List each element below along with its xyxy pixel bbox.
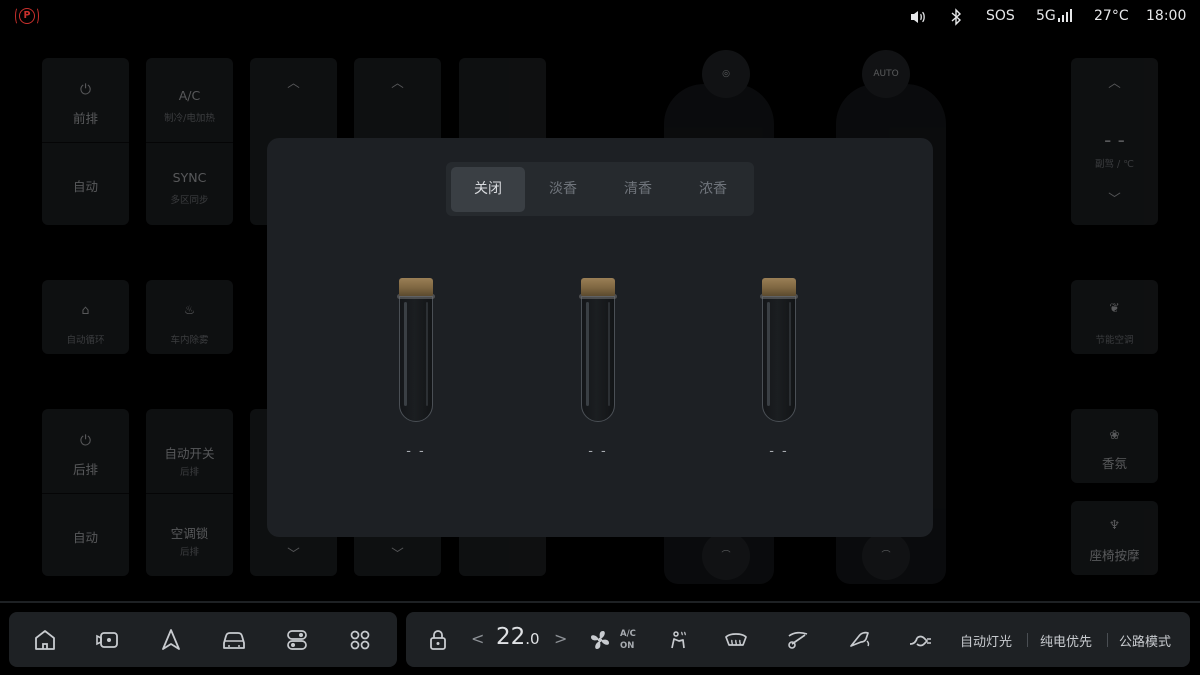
mirror-icon[interactable]	[846, 626, 874, 654]
apps-icon[interactable]	[346, 626, 374, 654]
lock-icon[interactable]	[424, 626, 452, 654]
front-power-label: 前排	[72, 111, 98, 126]
passenger-temp-tile[interactable]: ︿ - - 副驾 / ℃ ﹀	[1071, 58, 1158, 225]
sync-label: SYNC	[172, 170, 207, 185]
auto-switch-label: 自动开关	[164, 446, 215, 461]
fragrance-bottle-2[interactable]	[578, 278, 618, 423]
app-dock	[9, 612, 397, 667]
fragrance-icon: ❀	[1109, 427, 1120, 442]
rear-switch-tile[interactable]: 自动开关 后排 空调锁 后排	[146, 409, 233, 576]
tab-strong[interactable]: 浓香	[676, 167, 750, 212]
temp-decimal: .0	[525, 630, 540, 648]
outside-temperature: 27°C	[1094, 8, 1129, 24]
sync-sub-label: 多区同步	[170, 195, 209, 206]
car-icon[interactable]	[220, 626, 248, 654]
ac-lock-label: 空调锁	[170, 526, 209, 541]
bottle-3-label: - -	[769, 444, 789, 459]
network-label: 5G	[1036, 8, 1056, 24]
ac-status-top: A/C	[620, 629, 636, 639]
passenger-temp-value: - -	[1104, 128, 1125, 152]
clock: 18:00	[1146, 8, 1187, 24]
eco-ac-tile[interactable]: ❦ 节能空调	[1071, 280, 1158, 354]
seat-massage-label: 座椅按摩	[1089, 548, 1140, 563]
chevron-up-icon[interactable]: ︿	[1071, 72, 1158, 91]
passenger-temp-unit: 副驾 / ℃	[1095, 159, 1134, 170]
massage-icon: ♆	[1108, 517, 1121, 532]
chevron-down-icon[interactable]: ﹀	[250, 543, 337, 562]
fragrance-tile[interactable]: ❀ 香氛	[1071, 409, 1158, 483]
toggle-icon[interactable]	[283, 626, 311, 654]
divider	[1027, 633, 1028, 647]
headlight-icon[interactable]	[906, 626, 934, 654]
road-mode-button[interactable]: 公路模式	[1119, 631, 1171, 650]
fragrance-intensity-tabs: 关闭 淡香 清香 浓香	[446, 162, 754, 216]
driver-temperature: 22.0	[496, 624, 540, 650]
dock-divider	[0, 601, 1200, 603]
auto-heat-button[interactable]: AUTO	[862, 50, 910, 98]
fragrance-label: 香氛	[1101, 456, 1127, 471]
rear-zone-tile[interactable]: ⏻ 后排 自动	[42, 409, 129, 576]
recirc-icon: ⌂	[81, 302, 90, 317]
fragrance-bottle-1[interactable]	[396, 278, 436, 423]
steering-heat-icon[interactable]: ◎	[702, 50, 750, 98]
auto-light-button[interactable]: 自动灯光	[960, 631, 1012, 650]
cabin-defog-label: 车内除雾	[170, 335, 209, 346]
seat-vent-icon[interactable]: ⌒	[862, 532, 910, 580]
chevron-down-icon[interactable]: ﹀	[354, 543, 441, 562]
defrost-icon: ♨	[183, 302, 196, 317]
defrost-icon[interactable]	[722, 626, 750, 654]
home-icon[interactable]	[31, 626, 59, 654]
ac-lock-sub-label: 后排	[179, 547, 199, 558]
chevron-up-icon[interactable]: ︿	[250, 72, 337, 91]
auto-badge: AUTO	[873, 69, 899, 79]
power-icon: ⏻	[79, 433, 92, 449]
cabin-defog-tile[interactable]: ♨ 车内除雾	[146, 280, 233, 354]
auto-recirc-label: 自动循环	[66, 335, 105, 346]
tab-fresh[interactable]: 清香	[601, 167, 675, 212]
signal-icon	[1057, 9, 1073, 27]
temp-increase-button[interactable]: >	[554, 629, 567, 648]
seat-vent-icon[interactable]: ⌒	[702, 532, 750, 580]
rear-auto-label: 自动	[72, 530, 98, 545]
status-bar: P SOS 5G 27°C 18:00	[0, 0, 1200, 34]
bottle-2-label: - -	[588, 444, 608, 459]
ev-priority-button[interactable]: 纯电优先	[1040, 631, 1092, 650]
ac-status[interactable]: A/C ON	[620, 628, 636, 652]
rear-power-label: 后排	[72, 462, 98, 477]
temp-decrease-button[interactable]: <	[471, 629, 484, 648]
fan-icon[interactable]	[586, 626, 614, 654]
sos-label[interactable]: SOS	[986, 8, 1015, 24]
front-zone-tile[interactable]: ⏻ 前排 自动	[42, 58, 129, 225]
chevron-down-icon[interactable]: ﹀	[1071, 188, 1158, 207]
divider	[1107, 633, 1108, 647]
wiper-icon[interactable]	[783, 626, 811, 654]
ac-sub-label: 制冷/电加热	[164, 113, 215, 124]
front-auto-label: 自动	[72, 179, 98, 194]
ac-status-bottom: ON	[620, 641, 635, 651]
chevron-up-icon[interactable]: ︿	[354, 72, 441, 91]
ac-label: A/C	[178, 88, 201, 103]
ac-tile[interactable]: A/C 制冷/电加热 SYNC 多区同步	[146, 58, 233, 225]
tab-light[interactable]: 淡香	[526, 167, 600, 212]
auto-switch-sub-label: 后排	[179, 467, 199, 478]
auto-recirc-tile[interactable]: ⌂ 自动循环	[42, 280, 129, 354]
seat-heat-icon[interactable]	[664, 626, 692, 654]
eco-ac-label: 节能空调	[1095, 335, 1134, 346]
volume-icon[interactable]	[909, 9, 927, 29]
temp-main: 22	[496, 624, 526, 650]
park-brake-icon: P	[15, 7, 39, 27]
camera-icon[interactable]	[94, 626, 122, 654]
seat-massage-tile[interactable]: ♆ 座椅按摩	[1071, 501, 1158, 575]
bluetooth-icon[interactable]	[950, 8, 962, 30]
navigation-icon[interactable]	[157, 626, 185, 654]
leaf-icon: ❦	[1109, 300, 1120, 315]
fragrance-bottle-3[interactable]	[759, 278, 799, 423]
bottle-1-label: - -	[406, 444, 426, 459]
power-icon: ⏻	[79, 82, 92, 98]
climate-dock: < 22.0 > A/C ON 自动灯光 纯电优先 公路模式	[406, 612, 1190, 667]
tab-off[interactable]: 关闭	[451, 167, 525, 212]
fragrance-dialog: 关闭 淡香 清香 浓香 - - - - - -	[267, 138, 933, 537]
